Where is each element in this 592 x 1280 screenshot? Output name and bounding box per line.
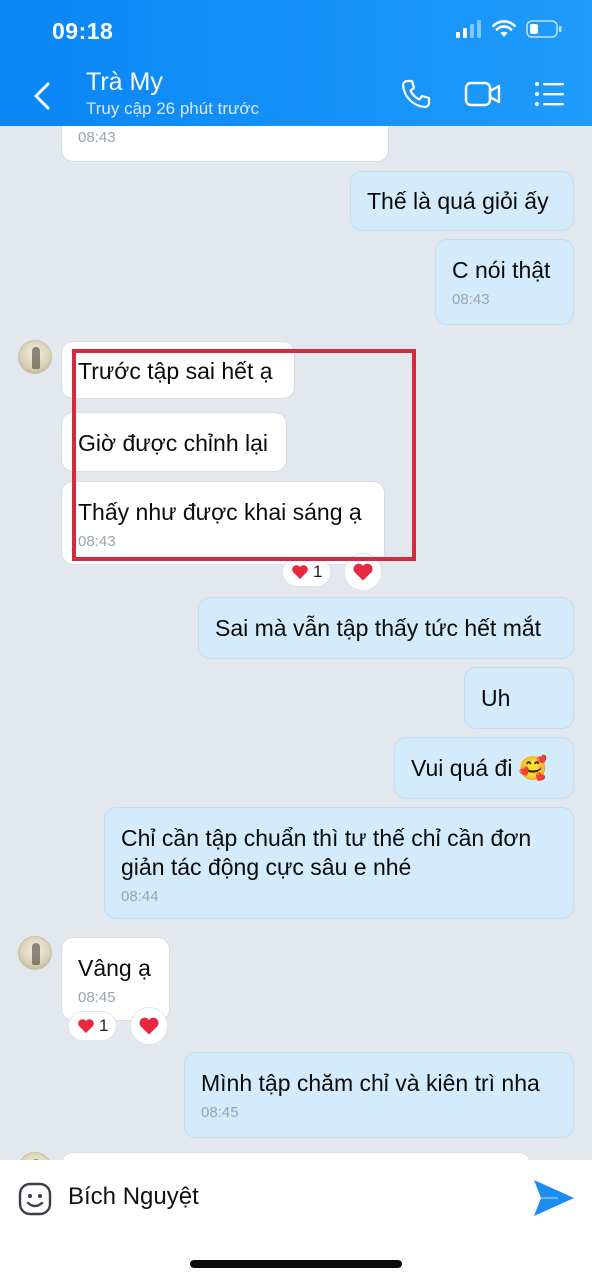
message-text-line: giản tác động cực sâu e nhé [121, 854, 412, 880]
message-time: 08:43 [452, 291, 490, 308]
last-seen-status: Truy cập 26 phút trước [86, 99, 260, 118]
message-bubble-out[interactable]: Thế là quá giỏi ấy [350, 171, 574, 231]
reaction-summary[interactable]: 1 [282, 557, 332, 587]
menu-list-icon[interactable] [534, 78, 566, 110]
reaction-count: 1 [313, 562, 323, 581]
message-text: Vui quá đi 🥰 [411, 755, 548, 781]
message-text: Sai mà vẫn tập thấy tức hết mắt [215, 615, 542, 641]
message-composer: Bích Nguyệt [0, 1160, 592, 1280]
reaction-count: 1 [99, 1016, 109, 1035]
highlight-box [72, 349, 416, 561]
message-time: 08:45 [78, 989, 116, 1006]
home-indicator[interactable] [190, 1260, 402, 1268]
message-bubble-out[interactable]: C nói thật 08:43 [435, 239, 574, 325]
message-bubble-out[interactable]: Sai mà vẫn tập thấy tức hết mắt [198, 597, 574, 659]
signal-icon [456, 20, 481, 38]
voice-call-icon[interactable] [400, 78, 432, 110]
message-text: C nói thật [452, 257, 551, 283]
contact-avatar[interactable] [18, 340, 52, 374]
chat-header: 09:18 Trà My Truy cập 26 phút trước [0, 0, 592, 126]
message-bubble-out[interactable]: Chỉ cần tập chuẩn thì tư thế chỉ cần đơn… [104, 807, 574, 919]
reaction-summary[interactable]: 1 [68, 1011, 118, 1041]
message-text: Vâng ạ [78, 955, 151, 981]
message-bubble-out[interactable]: Vui quá đi 🥰 [394, 737, 574, 799]
status-icons [456, 20, 562, 38]
status-time: 09:18 [52, 18, 114, 44]
heart-icon [139, 1017, 159, 1035]
message-time: 08:43 [78, 129, 116, 146]
message-bubble-out[interactable]: Uh [464, 667, 574, 729]
message-bubble-out[interactable]: Mình tập chăm chỉ và kiên trì nha 08:45 [184, 1052, 574, 1138]
react-heart-button[interactable] [130, 1007, 168, 1045]
contact-name[interactable]: Trà My [86, 68, 163, 97]
back-arrow-icon[interactable] [28, 78, 58, 114]
heart-icon [353, 563, 373, 581]
contact-avatar[interactable] [18, 1152, 52, 1160]
message-time: 08:45 [201, 1104, 239, 1121]
message-time: 08:44 [121, 888, 159, 905]
message-input[interactable]: Bích Nguyệt [68, 1183, 199, 1211]
message-bubble-in[interactable] [61, 1152, 531, 1160]
message-text-line: Chỉ cần tập chuẩn thì tư thế chỉ cần đơn [121, 825, 532, 851]
message-bubble-in[interactable]: 08:43 [61, 126, 389, 162]
battery-icon [526, 20, 562, 38]
wifi-icon [492, 20, 516, 37]
contact-avatar[interactable] [18, 936, 52, 970]
heart-icon [292, 565, 308, 579]
chat-area[interactable]: 08:43 Thế là quá giỏi ấy C nói thật 08:4… [0, 126, 592, 1160]
message-text: Thế là quá giỏi ấy [367, 188, 549, 214]
video-call-icon[interactable] [464, 78, 502, 110]
message-text: Uh [481, 685, 511, 711]
sticker-smiley-icon[interactable] [18, 1182, 52, 1216]
send-icon[interactable] [532, 1178, 576, 1218]
message-text: Mình tập chăm chỉ và kiên trì nha [201, 1070, 540, 1096]
heart-icon [78, 1019, 94, 1033]
